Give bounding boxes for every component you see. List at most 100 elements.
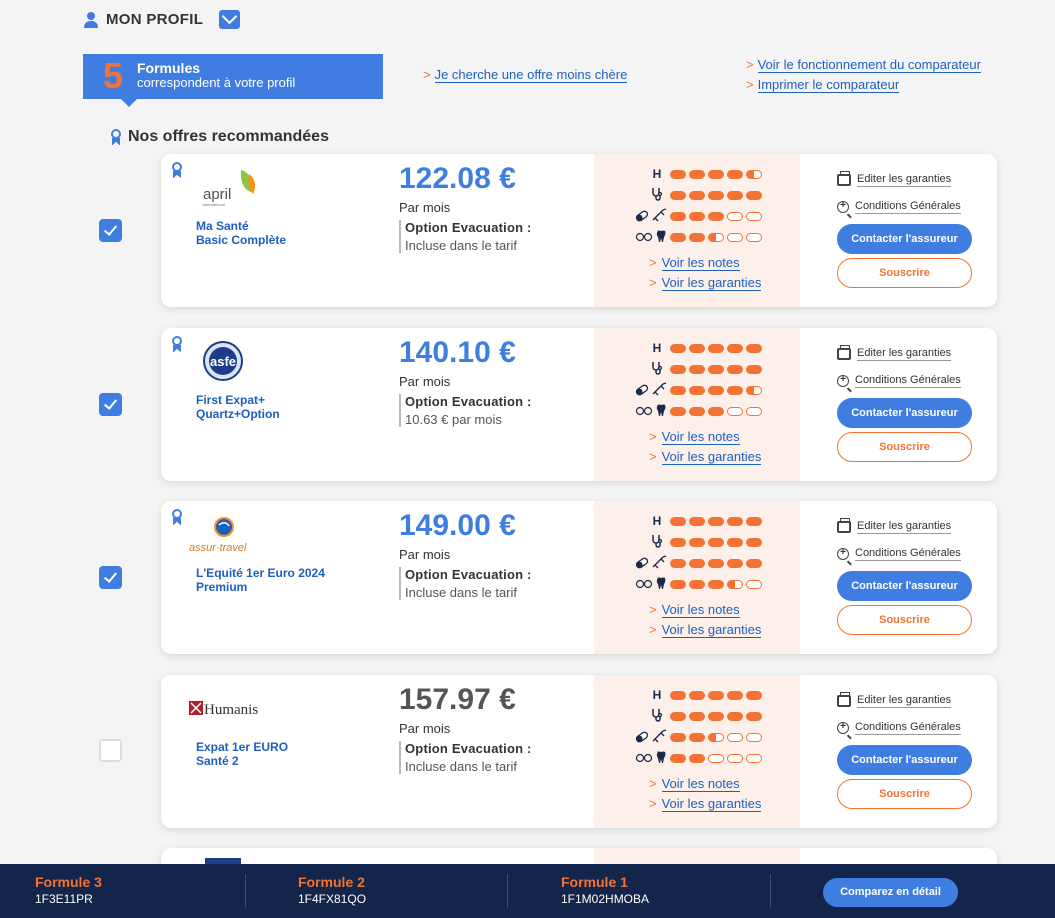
rating-dot: [689, 406, 705, 416]
see-guarantees-link[interactable]: > Voir les garanties: [649, 622, 762, 638]
print-comparator-link[interactable]: > Imprimer le comparateur: [746, 77, 900, 93]
rating-dot: [708, 558, 724, 568]
stethoscope-icon: [644, 708, 670, 725]
subscribe-button[interactable]: Souscrire: [837, 605, 972, 635]
insurer-logo: asfe: [203, 341, 243, 381]
recommended-title: Nos offres recommandées: [128, 128, 329, 145]
subscribe-button[interactable]: Souscrire: [837, 779, 972, 809]
rating-dot: [689, 364, 705, 374]
pill-syringe-icon: [634, 554, 670, 572]
rating-panel: H > Voir les notes > Voir les garanties: [594, 675, 800, 828]
see-notes-link[interactable]: > Voir les notes: [649, 776, 740, 792]
see-guarantees-link[interactable]: > Voir les garanties: [649, 449, 762, 465]
compare-checkbox[interactable]: [99, 739, 122, 762]
rating-dot: [670, 169, 686, 179]
rating-dots: [670, 690, 762, 700]
compare-checkbox[interactable]: [99, 393, 122, 416]
rating-dots: [670, 516, 762, 526]
rating-dot: [746, 364, 762, 374]
general-conditions-link[interactable]: + Conditions Générales: [837, 547, 961, 561]
rating-dot: [689, 537, 705, 547]
offer-card: april international Ma Santé Basic Complète…: [161, 154, 997, 307]
footer-formula-3[interactable]: Formule 3 1F3E11PR: [35, 874, 102, 906]
see-notes-link[interactable]: > Voir les notes: [649, 602, 740, 618]
footer-divider: [770, 874, 771, 908]
rating-dot: [727, 406, 743, 416]
rating-dot: [727, 690, 743, 700]
evacuation-option: Option Evacuation : Incluse dans le tarif: [399, 220, 532, 253]
rating-dot: [689, 711, 705, 721]
rating-dot: [746, 753, 762, 763]
rating-panel: H > Voir les notes > Voir les garanties: [594, 328, 800, 481]
see-notes-link[interactable]: > Voir les notes: [649, 429, 740, 445]
rating-dot: [670, 690, 686, 700]
rating-row: [635, 728, 762, 745]
rating-dot: [727, 732, 743, 742]
rating-dot: [746, 690, 762, 700]
see-guarantees-link[interactable]: > Voir les garanties: [649, 275, 762, 291]
mail-icon[interactable]: [219, 10, 241, 29]
evacuation-option: Option Evacuation : Incluse dans le tarif: [399, 567, 532, 600]
subscribe-button[interactable]: Souscrire: [837, 258, 972, 288]
stethoscope-icon: [644, 361, 670, 378]
offer-actions: Editer les garanties + Conditions Générale…: [837, 328, 997, 481]
rating-dot: [727, 558, 743, 568]
rating-dot: [670, 406, 686, 416]
rating-dots: [670, 753, 762, 763]
general-conditions-link[interactable]: + Conditions Générales: [837, 200, 961, 214]
rating-dot: [727, 232, 743, 242]
compare-checkbox[interactable]: [99, 566, 122, 589]
plan-name[interactable]: First Expat+ Quartz+Option: [196, 393, 280, 421]
contact-insurer-button[interactable]: Contacter l'assureur: [837, 571, 972, 601]
rating-dot: [708, 406, 724, 416]
rating-dot: [746, 169, 762, 179]
rating-dot: [727, 516, 743, 526]
rating-dot: [746, 385, 762, 395]
hospital-icon: H: [652, 167, 662, 181]
general-conditions-link[interactable]: + Conditions Générales: [837, 721, 961, 735]
rating-dots: [670, 406, 762, 416]
stethoscope-icon: [644, 187, 670, 204]
contact-insurer-button[interactable]: Contacter l'assureur: [837, 745, 972, 775]
rating-dot: [746, 516, 762, 526]
see-notes-link[interactable]: > Voir les notes: [649, 255, 740, 271]
evacuation-option: Option Evacuation : Incluse dans le tarif: [399, 741, 532, 774]
rating-dot: [670, 211, 686, 221]
edit-guarantees-link[interactable]: Editer les garanties: [837, 692, 952, 708]
edit-guarantees-link[interactable]: Editer les garanties: [837, 171, 952, 187]
price-period: Par mois: [399, 547, 451, 562]
plan-name[interactable]: Ma Santé Basic Complète: [196, 219, 286, 247]
rating-dot: [746, 711, 762, 721]
rating-dots: [670, 537, 762, 547]
rating-dot: [708, 579, 724, 589]
formula-count-banner: 5 Formules correspondent à votre profil: [83, 54, 383, 107]
cheaper-offer-link[interactable]: > Je cherche une offre moins chère: [423, 67, 628, 83]
edit-guarantees-link[interactable]: Editer les garanties: [837, 518, 952, 534]
recommended-heading: Nos offres recommandées: [110, 128, 329, 146]
rating-dots: [670, 232, 762, 242]
rating-row: [635, 576, 762, 592]
rating-dot: [708, 169, 724, 179]
see-guarantees-link[interactable]: > Voir les garanties: [649, 796, 762, 812]
contact-insurer-button[interactable]: Contacter l'assureur: [837, 224, 972, 254]
offer-actions: Editer les garanties + Conditions Générale…: [837, 675, 997, 828]
rating-dot: [689, 690, 705, 700]
footer-formula-2[interactable]: Formule 2 1F4FX81QO: [298, 874, 366, 906]
plan-name[interactable]: L'Equité 1er Euro 2024 Premium: [196, 566, 325, 594]
plan-price: 140.10 €: [399, 336, 516, 369]
svg-text:assur·travel: assur·travel: [189, 542, 247, 554]
price-period: Par mois: [399, 200, 451, 215]
footer-formula-1[interactable]: Formule 1 1F1M02HMOBA: [561, 874, 649, 906]
rating-dots: [670, 169, 762, 179]
rating-dot: [689, 732, 705, 742]
offer-card: Humanis Expat 1er EURO Santé 2 157.97 € Par …: [161, 675, 997, 828]
rating-panel: H > Voir les notes > Voir les garanties: [594, 501, 800, 654]
contact-insurer-button[interactable]: Contacter l'assureur: [837, 398, 972, 428]
general-conditions-link[interactable]: + Conditions Générales: [837, 374, 961, 388]
compare-checkbox[interactable]: [99, 219, 122, 242]
how-it-works-link[interactable]: > Voir le fonctionnement du comparateur: [746, 57, 981, 73]
plan-name[interactable]: Expat 1er EURO Santé 2: [196, 740, 288, 768]
subscribe-button[interactable]: Souscrire: [837, 432, 972, 462]
edit-guarantees-link[interactable]: Editer les garanties: [837, 345, 952, 361]
compare-details-button[interactable]: Comparez en détail: [823, 878, 958, 907]
